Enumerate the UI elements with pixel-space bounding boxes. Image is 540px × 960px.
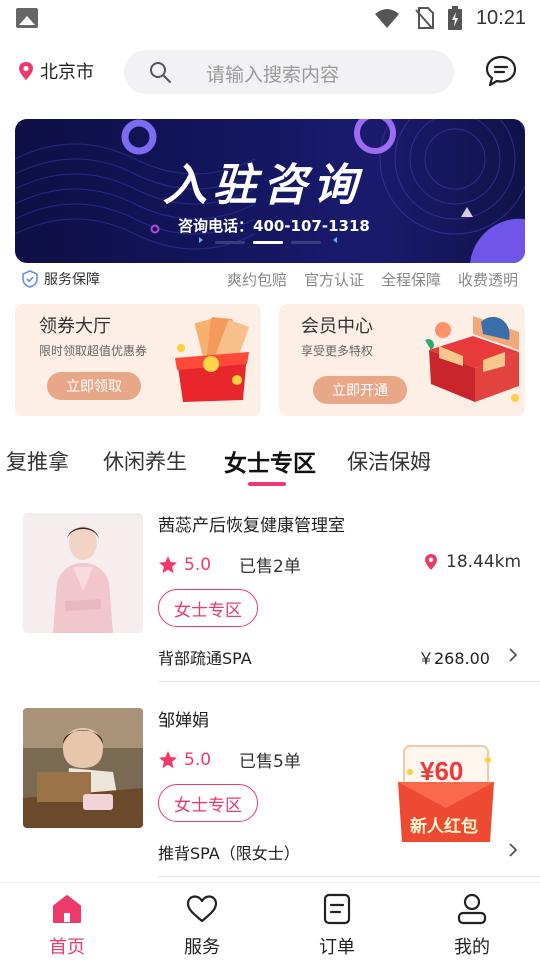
- wifi-icon: [374, 9, 399, 28]
- sold-count: 已售2单: [239, 557, 301, 577]
- chevron-right-icon[interactable]: [508, 842, 518, 858]
- coupon-hall-card[interactable]: 领券大厅 限时领取超值优惠券 立即领取: [15, 304, 261, 416]
- nav-label: 首页: [49, 937, 85, 958]
- guarantee-label: 服务保障: [44, 272, 100, 288]
- bottom-navigation: 首页 服务 订单 我的: [0, 882, 540, 960]
- new-user-red-packet[interactable]: ¥60 新人红包: [394, 742, 498, 846]
- service-card[interactable]: 茜蕊产后恢复健康管理室 5.0 已售2单 18.44km 女士专区 背部疏通SP…: [0, 500, 540, 690]
- service-guarantee: 服务保障: [22, 269, 100, 289]
- message-icon[interactable]: [484, 54, 518, 88]
- claim-now-button[interactable]: 立即领取: [47, 372, 141, 400]
- rating-row: 5.0 已售2单: [158, 552, 301, 577]
- banner-pager: [215, 241, 321, 244]
- chevron-right-icon[interactable]: [508, 647, 518, 663]
- distance-value: 18.44km: [446, 552, 522, 572]
- star-icon: [159, 750, 177, 768]
- service-price: ￥268.00: [418, 649, 490, 668]
- gift-box-icon: [175, 317, 249, 402]
- guarantee-item: 收费透明: [457, 271, 518, 289]
- nav-label: 我的: [454, 937, 490, 958]
- banner-dot: [215, 241, 245, 244]
- category-tag: 女士专区: [158, 589, 258, 627]
- image-notification-icon: [16, 8, 38, 28]
- status-bar: 10:21: [0, 0, 540, 36]
- shop-name: 茜蕊产后恢复健康管理室: [158, 516, 345, 536]
- nav-profile[interactable]: 我的: [442, 893, 502, 959]
- promo-banner[interactable]: 入驻咨询 咨询电话：400-107-1318: [15, 119, 525, 263]
- shield-icon: [22, 270, 38, 288]
- nav-label: 订单: [319, 937, 355, 958]
- guarantee-item: 官方认证: [303, 271, 364, 289]
- category-tabs: 复推拿 休闲养生 女士专区 保洁保姆: [0, 440, 540, 490]
- active-tab-indicator: [248, 482, 286, 486]
- rating-value: 5.0: [184, 749, 212, 770]
- open-now-button[interactable]: 立即开通: [313, 376, 407, 404]
- category-tag: 女士专区: [158, 784, 258, 822]
- nav-orders[interactable]: 订单: [307, 893, 367, 959]
- city-selector[interactable]: 北京市: [18, 58, 94, 84]
- tab-housekeeping[interactable]: 保洁保姆: [347, 446, 431, 476]
- nav-service[interactable]: 服务: [172, 893, 232, 959]
- service-item-name: 推背SPA（限女士）: [158, 844, 300, 863]
- rating-value: 5.0: [184, 554, 212, 575]
- banner-dot: [291, 241, 321, 244]
- nav-home[interactable]: 首页: [37, 893, 97, 959]
- nav-label: 服务: [184, 937, 220, 958]
- home-icon: [53, 895, 81, 923]
- top-header: 北京市 请输入搜索内容: [0, 48, 540, 96]
- search-icon: [150, 62, 171, 83]
- guarantee-item: 爽约包赔: [226, 271, 287, 289]
- battery-charging-icon: [447, 6, 462, 30]
- tab-massage[interactable]: 复推拿: [6, 446, 69, 476]
- no-sim-icon: [415, 7, 434, 29]
- star-icon: [159, 555, 177, 573]
- card-title: 领券大厅: [39, 316, 111, 337]
- banner-title: 入驻咨询: [163, 160, 363, 211]
- sold-count: 已售5单: [239, 752, 301, 772]
- card-subtitle: 限时领取超值优惠券: [39, 344, 148, 358]
- therapist-photo: [23, 708, 143, 828]
- tab-women-zone[interactable]: 女士专区: [224, 444, 316, 478]
- banner-phone: 咨询电话：400-107-1318: [178, 217, 370, 235]
- rating-row: 5.0 已售5单: [158, 747, 301, 772]
- card-subtitle: 享受更多特权: [301, 344, 374, 358]
- guarantee-row: 服务保障 爽约包赔 官方认证 全程保障 收费透明: [0, 266, 540, 292]
- divider: [158, 876, 540, 877]
- banner-dot-active: [253, 241, 283, 244]
- card-title: 会员中心: [301, 316, 373, 337]
- search-bar[interactable]: 请输入搜索内容: [124, 50, 454, 94]
- clock-time: 10:21: [475, 6, 526, 29]
- guarantee-items: 爽约包赔 官方认证 全程保障 收费透明: [227, 269, 518, 290]
- therapist-name: 邹婵娟: [158, 711, 209, 731]
- red-packet-label: 新人红包: [410, 817, 478, 837]
- distance: 18.44km: [424, 552, 521, 572]
- gift-package-icon: [425, 316, 519, 402]
- location-pin-icon: [19, 62, 33, 80]
- order-icon: [323, 893, 351, 925]
- guarantee-item: 全程保障: [380, 271, 441, 289]
- therapist-photo: [23, 513, 143, 633]
- user-icon: [457, 893, 487, 925]
- tab-leisure-wellness[interactable]: 休闲养生: [103, 446, 187, 476]
- search-input[interactable]: 请输入搜索内容: [206, 60, 339, 87]
- heart-icon: [186, 895, 218, 923]
- location-pin-icon: [425, 554, 437, 570]
- divider: [158, 681, 540, 682]
- red-packet-amount: ¥60: [420, 756, 464, 786]
- service-item-name: 背部疏通SPA: [158, 649, 252, 668]
- member-center-card[interactable]: 会员中心 享受更多特权 立即开通: [279, 304, 525, 416]
- city-label: 北京市: [40, 62, 94, 83]
